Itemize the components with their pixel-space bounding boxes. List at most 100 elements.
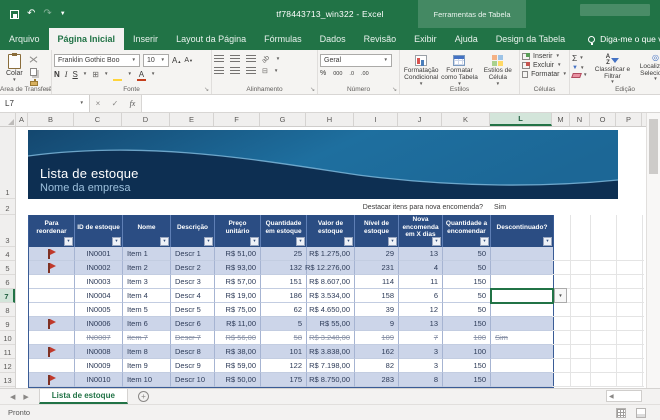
grow-font-button[interactable]: A▲ [172,56,181,65]
cell-level[interactable]: 158 [355,289,399,303]
dialog-launcher-icon[interactable]: ↘ [44,86,49,93]
cell-level[interactable]: 82 [355,359,399,373]
find-select-button[interactable]: ◎ Localizar e Selecionar ▼ [633,53,660,82]
table-column-header[interactable]: Nome ▼ [123,215,171,247]
align-left-icon[interactable] [214,67,224,75]
align-right-icon[interactable] [246,67,256,75]
align-middle-icon[interactable] [230,55,240,63]
row-header-13[interactable]: 13 [0,373,15,387]
table-column-header[interactable]: Descontinuado? ▼ [491,215,553,247]
filter-button[interactable]: ▼ [344,237,353,246]
cell-id[interactable]: IN0007 [75,331,123,345]
cell-days[interactable]: 3 [399,359,443,373]
cell-value[interactable]: R$ 3.838,00 [307,345,355,359]
cell-desc[interactable]: Descr 5 [171,303,215,317]
sort-filter-button[interactable]: AZ Classificar e Filtrar ▼ [591,53,633,85]
tab-arquivo[interactable]: Arquivo [0,28,49,50]
cell-level[interactable]: 162 [355,345,399,359]
cell-flag[interactable] [29,261,75,275]
column-header-b[interactable]: B [28,113,74,126]
cell-qty[interactable]: 151 [261,275,307,289]
tab-f-rmulas[interactable]: Fórmulas [255,28,311,50]
tab-inserir[interactable]: Inserir [124,28,167,50]
cell-price[interactable]: R$ 11,00 [215,317,261,331]
filter-button[interactable]: ▼ [204,237,213,246]
table-column-header[interactable]: Para reordenar ▼ [29,215,75,247]
filter-button[interactable]: ▼ [432,237,441,246]
cell-name[interactable]: Item 9 [123,359,171,373]
filter-button[interactable]: ▼ [480,237,489,246]
percent-style-button[interactable]: % [320,70,326,77]
selected-cell-l7[interactable]: ▼ [490,288,567,304]
align-top-icon[interactable] [214,55,224,63]
chevron-down-icon[interactable]: ▼ [151,72,155,77]
cell-flag[interactable] [29,317,75,331]
paste-button[interactable]: Colar ▼ [2,53,27,84]
clear-button[interactable]: ▼ [571,73,587,78]
cell-qty[interactable]: 132 [261,261,307,275]
cell-desc[interactable]: Descr 6 [171,317,215,331]
column-header-c[interactable]: C [74,113,122,126]
cell-level[interactable]: 283 [355,373,399,387]
insert-cells-button[interactable]: Inserir ▼ [522,53,567,60]
number-format-select[interactable]: Geral ▼ [320,54,392,67]
cell-id[interactable]: IN0009 [75,359,123,373]
orientation-button[interactable]: ab [261,54,271,64]
chevron-down-icon[interactable]: ▼ [276,56,280,62]
cell-price[interactable]: R$ 50,00 [215,373,261,387]
cell-name[interactable]: Item 2 [123,261,171,275]
cell-days[interactable]: 11 [399,275,443,289]
cell-price[interactable]: R$ 56,00 [215,331,261,345]
cell-qty[interactable]: 175 [261,373,307,387]
font-size-select[interactable]: 10 ▼ [143,54,169,67]
cell-days[interactable]: 3 [399,345,443,359]
shrink-font-button[interactable]: A▼ [184,57,193,64]
cell-name[interactable]: Item 3 [123,275,171,289]
cell-qty[interactable]: 122 [261,359,307,373]
prev-sheet-icon[interactable]: ◀ [10,393,15,401]
cell-order[interactable]: 100 [443,345,491,359]
chevron-down-icon[interactable]: ▼ [83,72,87,77]
cell-id[interactable]: IN0005 [75,303,123,317]
cell-id[interactable]: IN0003 [75,275,123,289]
filter-button[interactable]: ▼ [112,237,121,246]
column-header-m[interactable]: M [552,113,570,126]
cell-order[interactable]: 150 [443,275,491,289]
cell-disc[interactable] [491,373,553,387]
row-header-3[interactable]: 3 [0,215,15,247]
cell-price[interactable]: R$ 19,00 [215,289,261,303]
cell-price[interactable]: R$ 38,00 [215,345,261,359]
cell-days[interactable]: 6 [399,289,443,303]
cancel-icon[interactable]: × [96,99,101,108]
cell-id[interactable]: IN0001 [75,247,123,261]
cell-level[interactable]: 29 [355,247,399,261]
tell-me-search[interactable]: Diga-me o que você deseja fazer [588,28,660,50]
tab-dados[interactable]: Dados [311,28,355,50]
filter-button[interactable]: ▼ [543,237,552,246]
enter-icon[interactable]: ✓ [112,99,119,108]
cell-flag[interactable] [29,345,75,359]
cell-disc[interactable] [491,275,553,289]
cell-price[interactable]: R$ 75,00 [215,303,261,317]
decrease-decimal-button[interactable]: .00 [361,71,369,77]
cell-name[interactable]: Item 6 [123,317,171,331]
row-header-2[interactable]: 2 [0,199,15,215]
cell-name[interactable]: Item 10 [123,373,171,387]
vertical-scrollbar-thumb[interactable] [649,119,658,174]
cell-price[interactable]: R$ 59,00 [215,359,261,373]
filter-button[interactable]: ▼ [250,237,259,246]
cut-button[interactable] [27,55,41,64]
cell-price[interactable]: R$ 57,00 [215,275,261,289]
cell-styles-button[interactable]: Estilos de Célula ▼ [479,53,517,87]
underline-button[interactable]: S [72,70,77,79]
cell-order[interactable]: 150 [443,317,491,331]
vertical-scrollbar[interactable] [646,113,660,388]
scroll-left-icon[interactable]: ◀ [609,393,614,400]
column-header-j[interactable]: J [398,113,442,126]
tab-ajuda[interactable]: Ajuda [446,28,487,50]
cell-id[interactable]: IN0010 [75,373,123,387]
table-column-header[interactable]: Preço unitário ▼ [215,215,261,247]
copy-button[interactable] [27,67,41,76]
cell-order[interactable]: 50 [443,289,491,303]
row-header-6[interactable]: 6 [0,275,15,289]
